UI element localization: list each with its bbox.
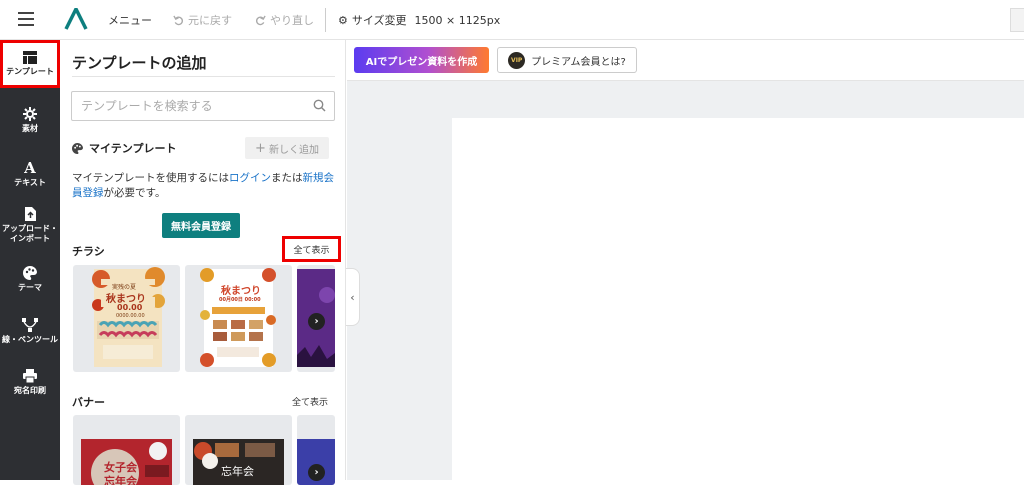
premium-info-button[interactable]: VIP プレミアム会員とは? — [497, 47, 637, 73]
section-flyers-label: チラシ — [72, 245, 105, 258]
title-divider — [72, 76, 335, 77]
top-bar: メニュー 元に戻す やり直し ⚙ サイズ変更 1500 × 1125px — [0, 0, 1024, 40]
hamburger-menu-icon[interactable] — [18, 12, 34, 26]
plus-icon: + — [255, 140, 266, 156]
banner2-line1: 忘年会 — [221, 465, 254, 478]
upload-icon — [24, 206, 36, 221]
flyer1-line4: 0000.00.00 — [116, 313, 145, 319]
canvas-area: AIでプレゼン資料を作成 VIP プレミアム会員とは? — [347, 40, 1024, 480]
flyer2-line1: 秋まつり — [221, 286, 261, 297]
printer-icon — [23, 368, 37, 383]
collapse-panel-handle[interactable]: ‹ — [346, 268, 360, 326]
palette-icon — [72, 142, 83, 154]
template-search-input[interactable] — [72, 92, 302, 120]
sidebar-item-materials[interactable]: 素材 — [0, 96, 60, 144]
template-search — [71, 91, 335, 121]
menu-button[interactable]: メニュー — [108, 12, 152, 28]
banner1-line2: 忘年会 — [104, 475, 137, 485]
left-sidebar: テンプレート 素材 A テキスト アップロード・ インポート テーマ 線・ペンツ… — [0, 40, 60, 480]
login-notice: マイテンプレートを使用するにはログインまたは新規会員登録が必要です。 — [72, 172, 334, 199]
undo-icon — [173, 15, 184, 25]
design-canvas[interactable] — [452, 118, 1024, 480]
palette-icon — [23, 265, 37, 280]
sidebar-item-pen-tool[interactable]: 線・ペンツール — [0, 307, 60, 355]
sidebar-item-theme[interactable]: テーマ — [0, 255, 60, 303]
flyer2-line2: 00月00日 00:00 — [219, 297, 261, 303]
my-templates-heading: マイテンプレート — [72, 140, 176, 156]
materials-icon — [23, 106, 37, 121]
template-panel: テンプレートの追加 マイテンプレート + 新しく追加 マイテンプレートを使用する… — [60, 40, 346, 485]
flyer1-line3: 00.00 — [117, 303, 143, 312]
panel-title: テンプレートの追加 — [72, 54, 207, 72]
flyers-show-all-link[interactable]: 全て表示 — [282, 236, 341, 262]
vip-badge-icon: VIP — [508, 51, 526, 69]
template-icon — [23, 51, 37, 65]
canvas-size: 1500 × 1125px — [414, 13, 501, 27]
banner-template-1[interactable]: 女子会 忘年会 — [73, 415, 180, 485]
undo-button[interactable]: 元に戻す — [173, 12, 232, 28]
app-logo[interactable] — [64, 8, 88, 30]
sidebar-item-upload[interactable]: アップロード・ インポート — [0, 200, 60, 250]
flyers-next-arrow[interactable]: › — [308, 313, 325, 330]
banners-next-arrow[interactable]: › — [308, 464, 325, 481]
redo-button[interactable]: やり直し — [255, 12, 314, 28]
chevron-left-icon: ‹ — [350, 290, 355, 304]
text-icon: A — [24, 158, 36, 177]
topbar-right-button[interactable] — [1010, 8, 1024, 32]
search-icon[interactable] — [313, 99, 326, 112]
ai-presentation-button[interactable]: AIでプレゼン資料を作成 — [354, 47, 489, 73]
free-register-button[interactable]: 無料会員登録 — [162, 213, 240, 238]
gear-icon: ⚙ — [338, 13, 348, 27]
resize-button[interactable]: ⚙ サイズ変更 1500 × 1125px — [338, 12, 500, 28]
section-banners-label: バナー — [72, 396, 105, 409]
flyer-template-2[interactable]: 秋まつり 00月00日 00:00 — [185, 265, 292, 372]
toolbar-divider — [325, 8, 326, 32]
sidebar-item-text[interactable]: A テキスト — [0, 149, 60, 197]
banner-template-2[interactable]: 忘年会 — [185, 415, 292, 485]
redo-icon — [255, 15, 266, 25]
flyer-template-1[interactable]: 実残の夏 秋まつり 00.00 0000.00.00 — [73, 265, 180, 372]
login-link[interactable]: ログイン — [229, 172, 271, 184]
canvas-toolbar: AIでプレゼン資料を作成 VIP プレミアム会員とは? — [347, 40, 1024, 81]
chevron-right-icon: › — [314, 316, 319, 327]
chevron-right-icon: › — [314, 467, 319, 478]
pen-tool-icon — [22, 317, 38, 332]
sidebar-item-template[interactable]: テンプレート — [0, 40, 60, 88]
add-new-template-button[interactable]: + 新しく追加 — [245, 137, 329, 159]
sidebar-item-address-print[interactable]: 宛名印刷 — [0, 358, 60, 406]
banners-show-all-link[interactable]: 全て表示 — [290, 394, 330, 408]
